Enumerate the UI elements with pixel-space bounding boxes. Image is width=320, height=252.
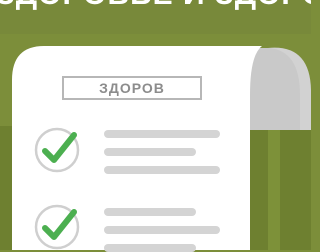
- text-placeholder-line: [104, 244, 196, 252]
- text-placeholder-line: [104, 226, 220, 234]
- checklist-item-2: [34, 204, 80, 250]
- text-placeholder-line: [104, 166, 220, 174]
- document-title-box: ЗДОРОВ: [62, 76, 202, 100]
- text-placeholder-line: [104, 148, 196, 156]
- checklist-document-illustration: ЗДОРОВ: [0, 0, 311, 252]
- text-placeholder-line: [104, 208, 196, 216]
- checkmark-icon: [34, 127, 80, 173]
- checkmark-icon: [34, 204, 80, 250]
- text-placeholder-line: [104, 130, 220, 138]
- checklist-item-1: [34, 127, 80, 173]
- document-title: ЗДОРОВ: [99, 80, 165, 96]
